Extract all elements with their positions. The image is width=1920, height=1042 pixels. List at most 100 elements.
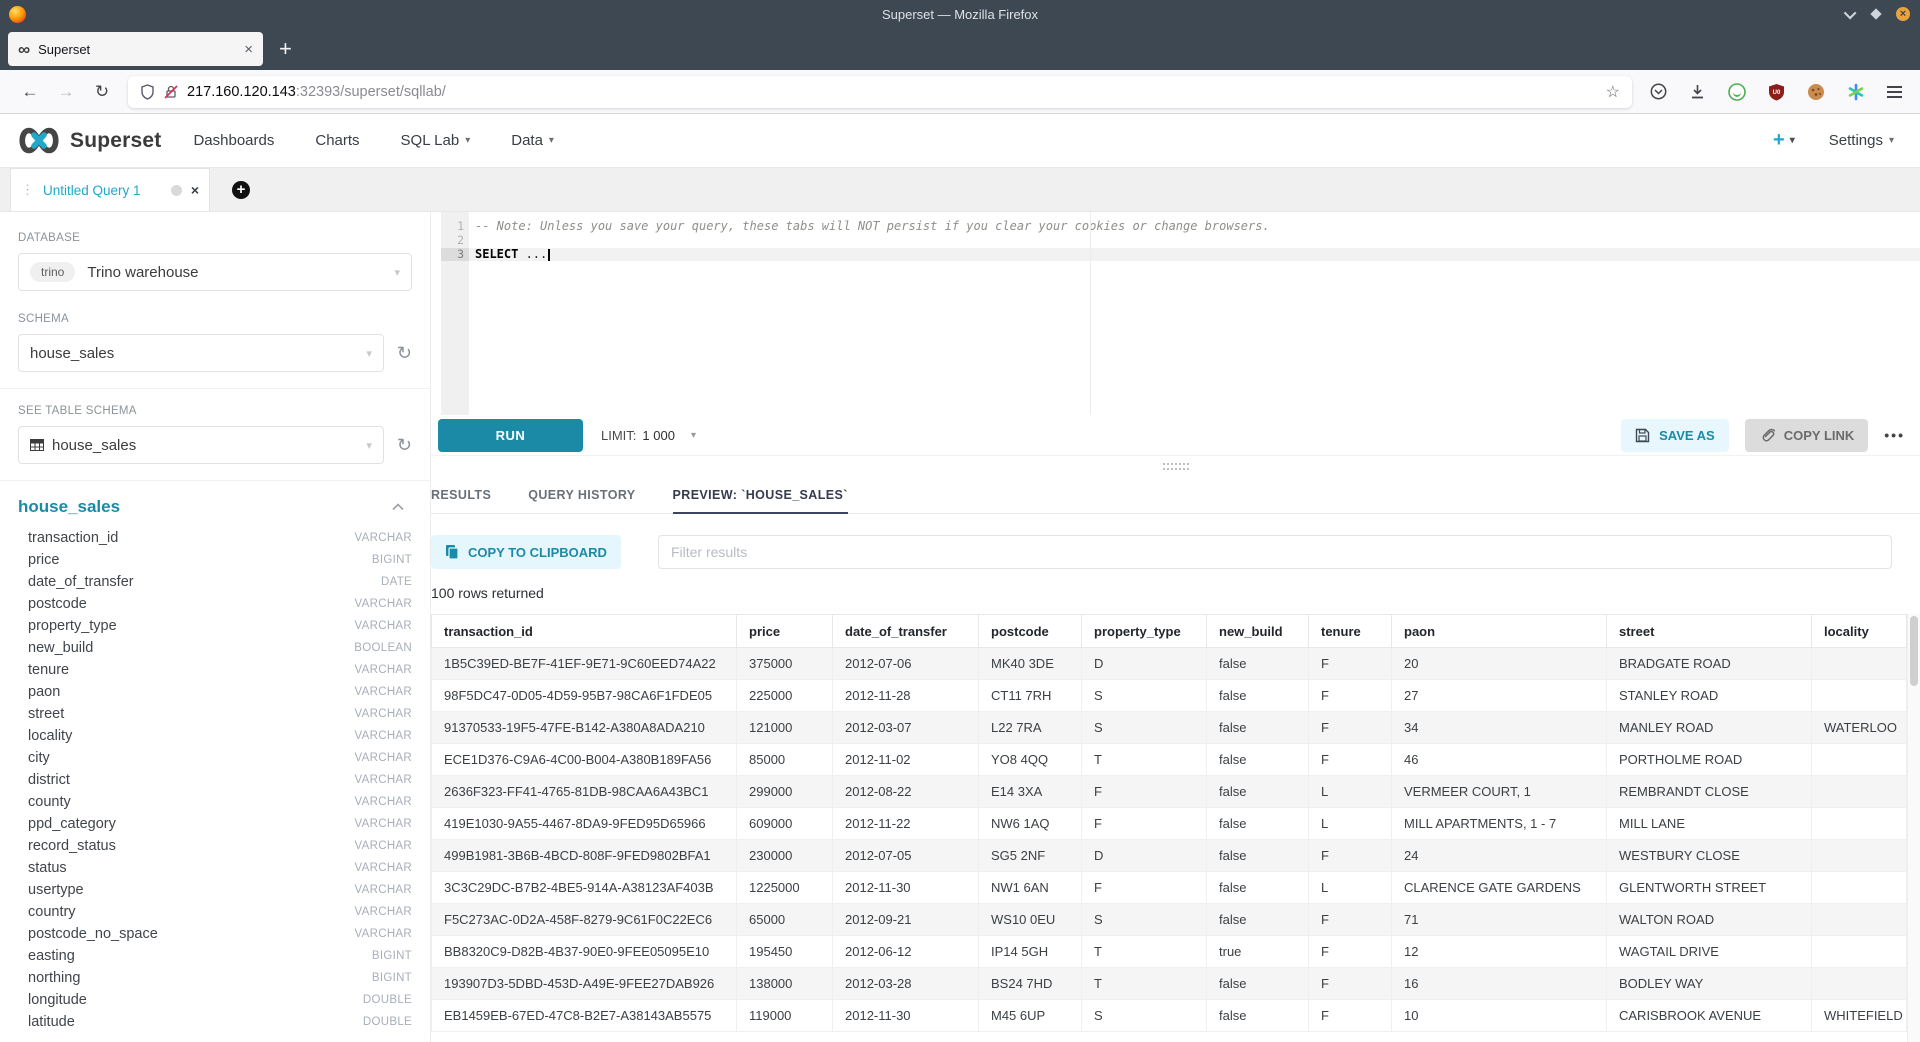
- table-header-cell[interactable]: price: [737, 615, 833, 648]
- cookie-icon[interactable]: [1807, 83, 1825, 101]
- table-header-cell[interactable]: postcode: [979, 615, 1082, 648]
- column-row[interactable]: street VARCHAR: [18, 703, 412, 725]
- results-tab[interactable]: RESULTS: [431, 477, 491, 513]
- pane-splitter[interactable]: [431, 455, 1920, 477]
- table-header-cell[interactable]: new_build: [1207, 615, 1309, 648]
- column-row[interactable]: status VARCHAR: [18, 857, 412, 879]
- column-name: county: [28, 794, 71, 810]
- divider: [0, 480, 430, 481]
- window-close-icon[interactable]: ×: [1896, 7, 1910, 21]
- add-query-tab-button[interactable]: +: [232, 181, 250, 199]
- column-row[interactable]: city VARCHAR: [18, 747, 412, 769]
- forward-icon[interactable]: →: [48, 82, 84, 102]
- table-header-cell[interactable]: transaction_id: [432, 615, 737, 648]
- table-cell: false: [1207, 904, 1309, 936]
- table-schema-title[interactable]: house_sales: [18, 497, 120, 517]
- nav-menu-item[interactable]: Charts: [315, 132, 359, 149]
- tab-close-icon[interactable]: ×: [244, 41, 253, 58]
- reload-icon[interactable]: ↻: [84, 82, 120, 102]
- table-header-cell[interactable]: paon: [1392, 615, 1607, 648]
- column-row[interactable]: northing BIGINT: [18, 967, 412, 989]
- table-header-cell[interactable]: property_type: [1082, 615, 1207, 648]
- window-maximize-icon[interactable]: [1870, 8, 1881, 19]
- database-name: Trino warehouse: [87, 264, 198, 281]
- column-row[interactable]: ppd_category VARCHAR: [18, 813, 412, 835]
- insecure-lock-icon[interactable]: [164, 84, 178, 100]
- refresh-table-icon[interactable]: ↻: [397, 435, 412, 456]
- print-margin-line: [1090, 212, 1091, 415]
- column-type: VARCHAR: [355, 620, 412, 632]
- run-button[interactable]: RUN: [438, 419, 583, 452]
- column-row[interactable]: usertype VARCHAR: [18, 879, 412, 901]
- column-row[interactable]: postcode_no_space VARCHAR: [18, 923, 412, 945]
- column-row[interactable]: longitude DOUBLE: [18, 989, 412, 1011]
- save-as-button[interactable]: SAVE AS: [1621, 419, 1729, 452]
- tracking-shield-icon[interactable]: [140, 84, 155, 100]
- column-row[interactable]: date_of_transfer DATE: [18, 571, 412, 593]
- table-cell: 65000: [737, 904, 833, 936]
- extension-green-icon[interactable]: [1728, 83, 1746, 101]
- query-tab-close-icon[interactable]: ×: [191, 182, 199, 198]
- column-row[interactable]: postcode VARCHAR: [18, 593, 412, 615]
- column-row[interactable]: easting BIGINT: [18, 945, 412, 967]
- menu-hamburger-icon[interactable]: [1887, 86, 1902, 98]
- copy-link-button[interactable]: COPY LINK: [1745, 419, 1869, 452]
- results-tab[interactable]: PREVIEW: `HOUSE_SALES`: [673, 477, 848, 513]
- column-type: VARCHAR: [355, 796, 412, 808]
- table-cell: false: [1207, 744, 1309, 776]
- vertical-scrollbar[interactable]: [1907, 614, 1920, 1042]
- column-row[interactable]: latitude DOUBLE: [18, 1011, 412, 1033]
- back-icon[interactable]: ←: [12, 82, 48, 102]
- limit-dropdown[interactable]: LIMIT: 1 000 ▾: [601, 428, 696, 443]
- column-row[interactable]: record_status VARCHAR: [18, 835, 412, 857]
- window-titlebar: Superset — Mozilla Firefox ×: [0, 0, 1920, 28]
- refresh-schema-icon[interactable]: ↻: [397, 343, 412, 364]
- copy-to-clipboard-button[interactable]: COPY TO CLIPBOARD: [431, 535, 621, 569]
- column-row[interactable]: paon VARCHAR: [18, 681, 412, 703]
- column-row[interactable]: new_build BOOLEAN: [18, 637, 412, 659]
- drag-handle-icon[interactable]: ⋮: [21, 182, 34, 198]
- url-bar[interactable]: 217.160.120.143:32393/superset/sqllab/ ☆: [128, 76, 1632, 108]
- results-tab[interactable]: QUERY HISTORY: [528, 477, 635, 513]
- column-row[interactable]: tenure VARCHAR: [18, 659, 412, 681]
- nav-menu-item[interactable]: SQL Lab ▾: [401, 132, 471, 149]
- column-row[interactable]: country VARCHAR: [18, 901, 412, 923]
- column-row[interactable]: county VARCHAR: [18, 791, 412, 813]
- table-select[interactable]: house_sales ▾: [18, 426, 384, 464]
- chevron-up-icon[interactable]: [392, 498, 404, 516]
- column-row[interactable]: price BIGINT: [18, 549, 412, 571]
- more-actions-button[interactable]: •••: [1884, 427, 1905, 443]
- filter-results-input[interactable]: [658, 535, 1892, 569]
- table-cell: T: [1082, 936, 1207, 968]
- schema-select[interactable]: house_sales ▾: [18, 334, 384, 372]
- table-cell: 193907D3-5DBD-453D-A49E-9FEE27DAB926: [432, 968, 737, 1000]
- column-type: VARCHAR: [355, 752, 412, 764]
- new-item-menu[interactable]: + ▾: [1773, 129, 1795, 152]
- column-row[interactable]: district VARCHAR: [18, 769, 412, 791]
- table-header-cell[interactable]: street: [1607, 615, 1812, 648]
- new-tab-button[interactable]: +: [279, 36, 292, 62]
- table-header-cell[interactable]: locality: [1812, 615, 1907, 648]
- superset-logo[interactable]: Superset: [16, 126, 161, 155]
- download-icon[interactable]: [1689, 83, 1706, 100]
- extension-blue-icon[interactable]: [1847, 83, 1865, 101]
- ublock-shield-icon[interactable]: U0: [1768, 83, 1785, 101]
- table-header-cell[interactable]: date_of_transfer: [833, 615, 979, 648]
- pocket-icon[interactable]: [1650, 83, 1667, 100]
- column-row[interactable]: property_type VARCHAR: [18, 615, 412, 637]
- table-header-cell[interactable]: tenure: [1309, 615, 1392, 648]
- browser-tab[interactable]: ∞ Superset ×: [8, 32, 263, 66]
- drag-handle-icon[interactable]: [1163, 463, 1189, 470]
- bookmark-star-icon[interactable]: ☆: [1606, 82, 1620, 102]
- nav-menu-item[interactable]: Dashboards: [193, 132, 274, 149]
- scrollbar-thumb[interactable]: [1910, 616, 1918, 686]
- table-row: 499B1981-3B6B-4BCD-808F-9FED9802BFA12300…: [432, 840, 1907, 872]
- database-select[interactable]: trino Trino warehouse ▾: [18, 253, 412, 291]
- query-tab-active[interactable]: ⋮ Untitled Query 1 ×: [10, 168, 210, 211]
- nav-menu-item[interactable]: Data ▾: [511, 132, 554, 149]
- table-cell: 20: [1392, 648, 1607, 680]
- sql-editor[interactable]: 1 2 3 -- Note: Unless you save your quer…: [431, 212, 1920, 415]
- column-row[interactable]: locality VARCHAR: [18, 725, 412, 747]
- settings-menu[interactable]: Settings ▾: [1829, 132, 1894, 149]
- column-row[interactable]: transaction_id VARCHAR: [18, 527, 412, 549]
